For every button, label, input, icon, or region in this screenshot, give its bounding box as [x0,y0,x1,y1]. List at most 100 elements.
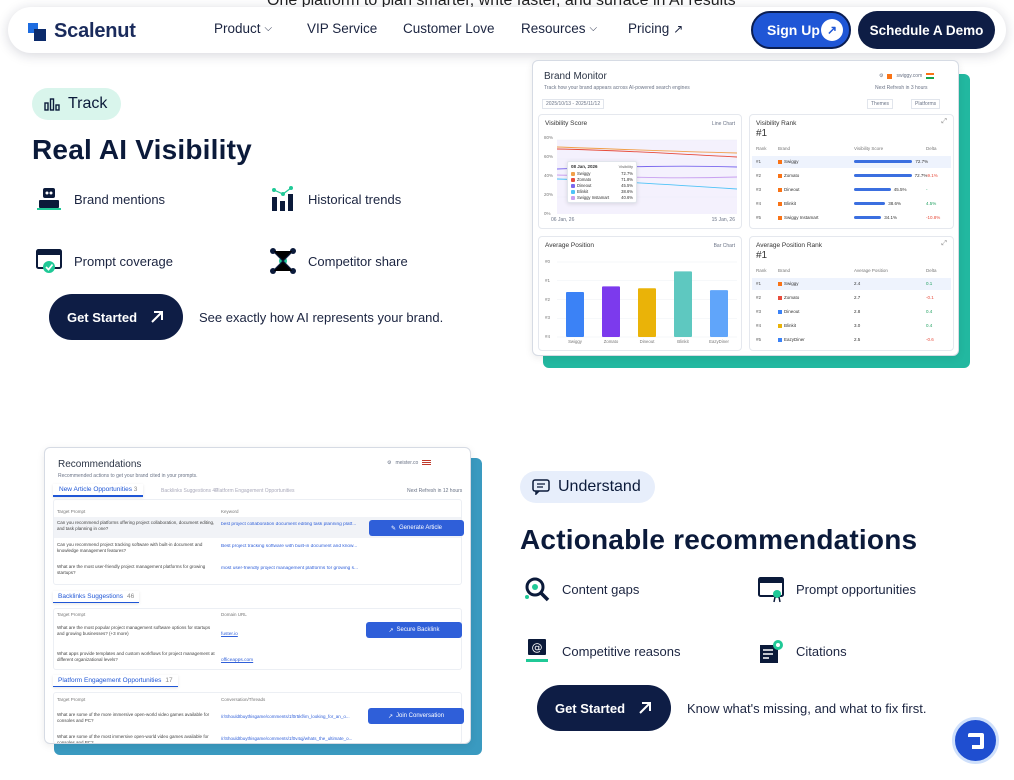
delta-cell: -10.8% [926,215,941,220]
x-tick-label: Blinkit [677,339,689,344]
section-count: 17 [165,677,173,684]
themes-filter[interactable]: Themes [867,99,894,109]
platforms-filter[interactable]: Platforms [911,99,941,109]
domain-selector[interactable]: ⚙ swiggy.com [879,73,935,79]
gear-icon[interactable]: ⚙ [387,460,391,466]
understand-get-started-button[interactable]: Get Started [537,685,671,731]
track-get-started-button[interactable]: Get Started [49,294,183,340]
nav-item-pricing[interactable]: Pricing ↗ [628,21,683,36]
feature-label: Brand mentions [74,191,166,207]
keyword-link[interactable]: best project collaboration document edit… [221,522,367,527]
brand-favicon-icon [778,309,782,314]
tab-label: New Article Opportunities [59,486,132,493]
chat-widget-button[interactable] [952,717,999,764]
visibility-score-panel: Visibility Score Line Chart 06 Jan, 26 1… [538,114,742,229]
brand-favicon-icon [778,173,782,178]
tab-new-article-opportunities[interactable]: New Article Opportunities 3 [53,484,144,497]
delta-cell: - [926,187,928,192]
nav-item-product[interactable]: Product ⌵ [214,21,272,36]
understand-title: Actionable recommendations [520,524,918,555]
button-label: Secure Backlink [396,627,440,633]
expand-icon[interactable]: ⤢ [941,118,947,126]
table-header: Rank [756,268,767,273]
platform-section-title: Platform Engagement Opportunities 17 [53,675,178,687]
gear-icon[interactable]: ⚙ [879,73,883,79]
brand-cell: Dineout [784,309,800,314]
keyword-link[interactable]: Best project tracking software with buil… [221,544,367,549]
thread-link[interactable]: /r/ShouldIbuythisgame/comments/1f0v4qj/w… [221,736,367,741]
external-arrow-icon: ↗ [673,21,684,36]
schedule-demo-button[interactable]: Schedule A Demo [858,11,995,49]
target-prompt-cell: What apps provide templates and custom w… [57,651,215,662]
nav-item-label: Resources [521,21,586,36]
average-position-rank-panel: Average Position Rank #1 ⤢ Rank Brand Aver… [749,236,954,351]
table-header: Conversation/Threads [221,697,266,702]
trend-bars-icon [268,184,298,214]
brand-monitor-title: Brand Monitor [544,71,607,82]
chart-type-select[interactable]: Line Chart [712,121,735,127]
x-tick-label: Dineout [639,339,655,344]
button-label: Generate Article [399,525,443,531]
rank-cell: #5 [756,215,762,220]
table-header: Target Prompt [57,697,86,702]
nav-item-vip-service[interactable]: VIP Service [307,21,377,36]
feature-citations: Citations [756,636,847,666]
tab-platform-engagement[interactable]: Platform Engagement Opportunities [215,488,295,494]
target-prompt-cell: What are some of the most immersive open… [57,734,209,744]
score-bar [854,202,886,205]
brand-logo[interactable]: Scalenut [28,20,136,43]
feature-prompt-coverage: Prompt coverage [34,246,173,276]
target-prompt-cell: Can you recommend platforms offering pro… [57,520,215,531]
brand-favicon-icon [778,215,782,220]
pencil-square-icon: ✎ [390,525,396,532]
track-cta-note: See exactly how AI represents your brand… [199,310,444,325]
secure-backlink-button[interactable]: ↗ Secure Backlink [366,622,462,638]
score-cell: 34.1% [884,215,897,220]
visibility-score-title: Visibility Score [545,120,588,127]
chevron-down-icon: ⌵ [589,23,598,34]
signup-button[interactable]: Sign Up ↗ [751,11,851,49]
visibility-rank-title: Visibility Rank [756,120,797,127]
tab-backlinks[interactable]: Backlinks Suggestions 46 [161,488,218,494]
bar-blinkit [674,271,692,337]
keyword-link[interactable]: most user-friendly project management pl… [221,566,367,571]
feature-competitive-reasons: @ Competitive reasons [522,636,681,666]
series-swatch [571,177,575,182]
bar-zomato [602,286,620,337]
robot-laptop-icon [34,184,64,214]
score-cell: 45.5% [893,187,907,192]
position-cell: 3.0 [854,323,861,328]
domain-url-link[interactable]: fuster.io [221,632,238,637]
domain-selector[interactable]: ⚙ meister.co [387,460,432,466]
rank-cell: #2 [756,173,762,178]
brand-favicon-icon [778,201,782,206]
feature-prompt-opportunities: Prompt opportunities [756,574,916,604]
join-conversation-button[interactable]: ↗ Join Conversation [368,708,464,724]
nav-item-label: Pricing [628,21,670,36]
tooltip-series-name: Dineout [577,183,592,188]
x-tick-label: Zomato [603,339,619,344]
nav-item-customer-love[interactable]: Customer Love [403,21,495,36]
arrow-up-right-icon [151,311,164,323]
domain-url-link[interactable]: officeapps.com [221,658,253,663]
rank-cell: #4 [756,201,762,206]
network-nodes-icon [268,246,298,276]
delta-cell: 0.4 [926,309,933,314]
nav-item-resources[interactable]: Resources ⌵ [521,21,597,36]
delta-cell: 0.4 [926,323,933,328]
generate-article-button[interactable]: ✎ Generate Article [369,520,464,536]
rank-cell: #2 [756,295,762,300]
us-flag-icon [422,460,432,466]
table-header: Domain URL [221,612,247,617]
score-cell: 72.7% [915,159,929,164]
y-tick-label: 80% [544,135,554,140]
swiggy-favicon-icon [887,73,893,79]
rank-cell: #3 [756,187,762,192]
date-range-picker[interactable]: 2025/10/13 - 2025/11/12 [542,99,605,109]
expand-icon[interactable]: ⤢ [941,240,947,248]
bar-eazydiner [710,290,728,337]
y-tick-label: #1 [545,277,551,283]
feature-content-gaps: Content gaps [522,574,639,604]
position-cell: 2.4 [854,281,861,286]
thread-link[interactable]: /r/ShouldIbuythisgame/comments/1f0r5kf/i… [221,714,367,719]
